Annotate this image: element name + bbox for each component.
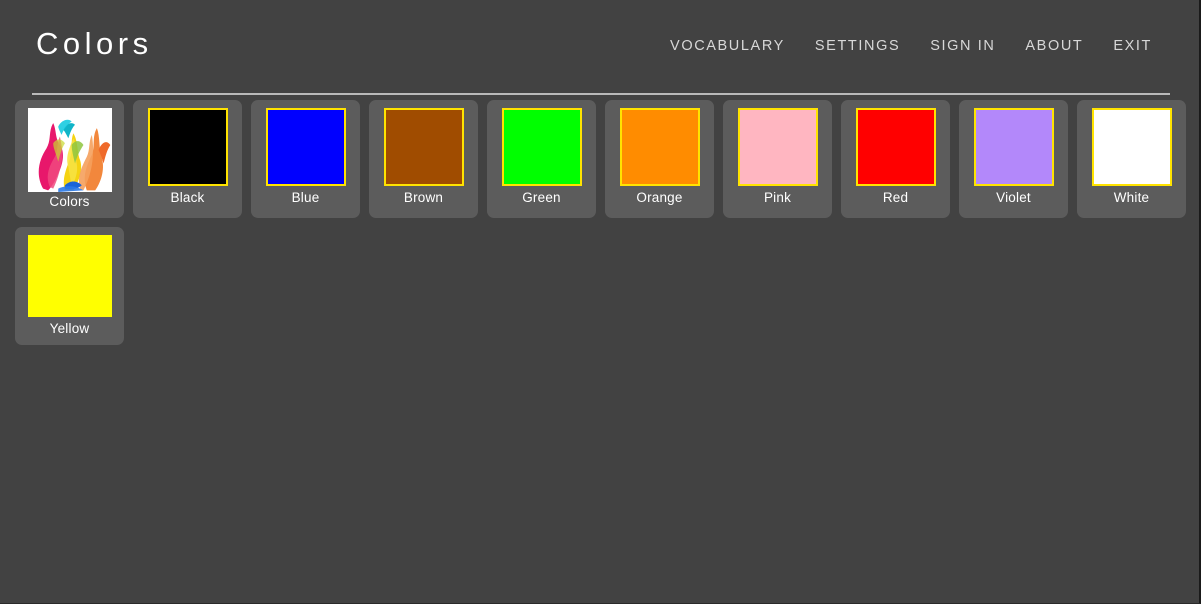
color-swatch — [265, 108, 346, 186]
color-swatch — [619, 108, 700, 186]
color-card[interactable]: Colors — [15, 100, 124, 218]
color-swatch — [1091, 108, 1172, 186]
card-label: Black — [170, 190, 205, 205]
card-label: Colors — [49, 194, 90, 209]
color-card[interactable]: Violet — [959, 100, 1068, 218]
page-title: Colors — [36, 25, 153, 61]
color-swatch — [501, 108, 582, 186]
color-swatch — [855, 108, 936, 186]
nav-vocabulary[interactable]: VOCABULARY — [655, 32, 800, 60]
nav-exit[interactable]: EXIT — [1098, 32, 1167, 60]
color-card[interactable]: Red — [841, 100, 950, 218]
color-swatch — [27, 235, 112, 317]
color-swatch — [973, 108, 1054, 186]
color-swatch — [383, 108, 464, 186]
card-label: Green — [522, 190, 561, 205]
card-label: Yellow — [49, 321, 90, 336]
header-divider — [32, 93, 1170, 95]
card-label: Blue — [291, 190, 320, 205]
card-label: White — [1113, 190, 1150, 205]
nav-settings[interactable]: SETTINGS — [800, 32, 915, 60]
color-card-grid: Colors Black Blue Brown Green Orange Pink Red Vi… — [0, 88, 1199, 345]
card-label: Red — [882, 190, 909, 205]
color-card[interactable]: Yellow — [15, 227, 124, 345]
card-label: Violet — [996, 190, 1031, 205]
card-label: Orange — [636, 190, 683, 205]
color-card[interactable]: Brown — [369, 100, 478, 218]
nav-sign-in[interactable]: SIGN IN — [915, 32, 1010, 60]
card-label: Brown — [403, 190, 444, 205]
nav-about[interactable]: ABOUT — [1010, 32, 1098, 60]
app-header: Colors VOCABULARY SETTINGS SIGN IN ABOUT EXI… — [0, 0, 1199, 88]
color-card[interactable]: Black — [133, 100, 242, 218]
color-card[interactable]: White — [1077, 100, 1186, 218]
color-card[interactable]: Blue — [251, 100, 360, 218]
color-card[interactable]: Orange — [605, 100, 714, 218]
color-swatch — [147, 108, 228, 186]
color-card[interactable]: Green — [487, 100, 596, 218]
application-window: Colors VOCABULARY SETTINGS SIGN IN ABOUT EXI… — [0, 0, 1201, 604]
card-label: Pink — [763, 190, 792, 205]
colors-collage-image — [27, 108, 112, 192]
main-navigation: VOCABULARY SETTINGS SIGN IN ABOUT EXIT — [655, 28, 1167, 60]
color-card[interactable]: Pink — [723, 100, 832, 218]
color-swatch — [737, 108, 818, 186]
